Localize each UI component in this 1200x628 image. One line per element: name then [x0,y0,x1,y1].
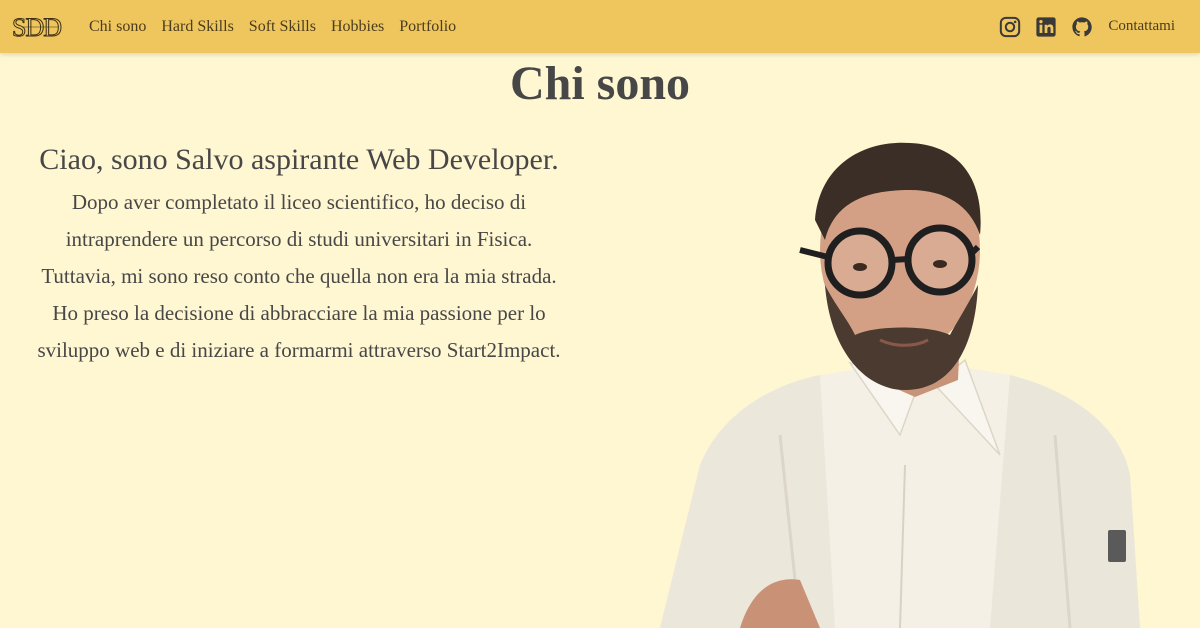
nav-link-hard-skills[interactable]: Hard Skills [161,18,233,36]
site-logo[interactable]: SDD [12,13,66,41]
nav-links: Chi sono Hard Skills Soft Skills Hobbies… [89,0,471,53]
instagram-icon[interactable] [999,16,1021,38]
intro-line: Ho preso la decisione di abbracciare la … [52,301,546,325]
intro-section: Ciao, sono Salvo aspirante Web Developer… [0,142,598,369]
contact-link[interactable]: Contattami [1108,18,1175,35]
profile-photo [660,142,1140,628]
github-icon[interactable] [1071,16,1093,38]
top-navbar: SDD Chi sono Hard Skills Soft Skills Hob… [0,0,1200,53]
page-title: Chi sono [509,57,691,110]
intro-line: intraprendere un percorso di studi unive… [65,227,533,251]
nav-link-portfolio[interactable]: Portfolio [399,18,456,36]
intro-line: Dopo aver completato il liceo scientific… [71,190,527,214]
nav-link-chi-sono[interactable]: Chi sono [89,18,146,36]
intro-line: sviluppo web e di iniziare a formarmi at… [37,338,561,362]
intro-heading: Ciao, sono Salvo aspirante Web Developer… [39,143,559,176]
intro-line: Tuttavia, mi sono reso conto che quella … [41,264,557,288]
nav-link-hobbies[interactable]: Hobbies [331,18,384,36]
nav-link-soft-skills[interactable]: Soft Skills [249,18,316,36]
intro-paragraph: Dopo aver completato il liceo scientific… [0,184,598,369]
nav-right: Contattami [999,0,1175,53]
linkedin-icon[interactable] [1035,16,1057,38]
